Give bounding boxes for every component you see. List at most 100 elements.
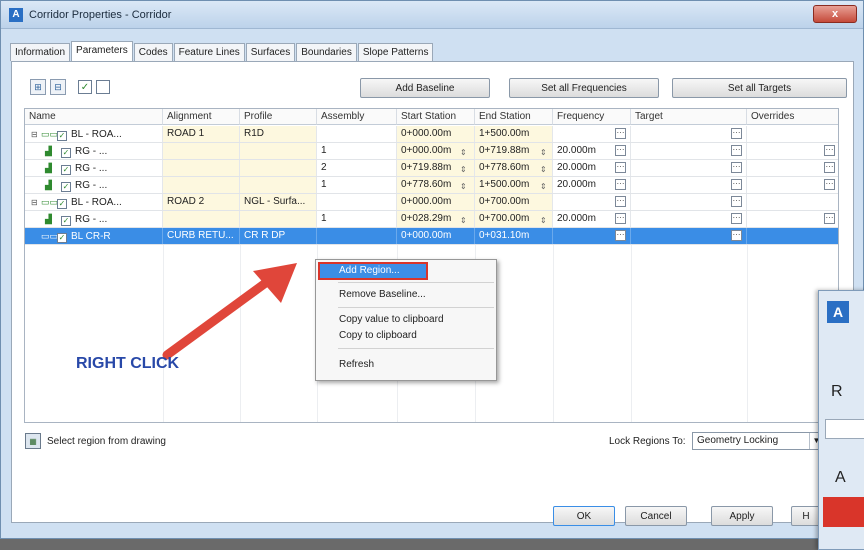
- row-checkbox[interactable]: ✓: [57, 233, 67, 243]
- column-assembly[interactable]: Assembly: [317, 109, 397, 125]
- overrides-cell[interactable]: [747, 126, 838, 142]
- set-all-targets-button[interactable]: Set all Targets: [672, 78, 847, 98]
- assembly-cell[interactable]: 1: [317, 143, 397, 159]
- start-station-cell[interactable]: 0+000.00m: [397, 194, 475, 210]
- row-name-cell[interactable]: ▟ ✓ RG - ...: [25, 143, 163, 159]
- check-all-icon[interactable]: ✓: [78, 80, 92, 94]
- table-row[interactable]: ⊟ ▭▭✓ BL - ROA... ROAD 1 R1D 0+000.00m 1+5…: [25, 126, 838, 143]
- ellipsis-icon[interactable]: ···: [824, 162, 835, 173]
- table-row[interactable]: ▟ ✓ RG - ... 1 0+000.00m ⇕ 0+719.88m ⇕ 20.00…: [25, 143, 838, 160]
- overrides-cell[interactable]: [747, 194, 838, 210]
- column-start-station[interactable]: Start Station: [397, 109, 475, 125]
- title-bar[interactable]: A Corridor Properties - Corridor: [1, 1, 863, 29]
- partial-input[interactable]: [825, 419, 864, 439]
- set-all-frequencies-button[interactable]: Set all Frequencies: [509, 78, 659, 98]
- assembly-cell[interactable]: 2: [317, 160, 397, 176]
- tab-information[interactable]: Information: [10, 43, 71, 61]
- start-station-cell[interactable]: 0+778.60m ⇕: [397, 177, 475, 193]
- menu-item-refresh[interactable]: Refresh: [319, 357, 495, 373]
- overrides-cell[interactable]: ···: [747, 160, 838, 176]
- overrides-cell[interactable]: ···: [747, 143, 838, 159]
- collapse-all-icon[interactable]: ⊟: [50, 79, 66, 95]
- target-cell[interactable]: ···: [631, 177, 747, 193]
- row-checkbox[interactable]: ✓: [61, 165, 71, 175]
- alignment-cell[interactable]: [163, 143, 240, 159]
- tab-surfaces[interactable]: Surfaces: [245, 43, 296, 61]
- ellipsis-icon[interactable]: ···: [731, 230, 742, 241]
- start-station-cell[interactable]: 0+028.29m ⇕: [397, 211, 475, 227]
- frequency-cell[interactable]: ···: [553, 194, 631, 210]
- row-checkbox[interactable]: ✓: [57, 199, 67, 209]
- column-name[interactable]: Name: [25, 109, 163, 125]
- alignment-cell[interactable]: CURB RETU...: [163, 228, 240, 244]
- add-baseline-button[interactable]: Add Baseline: [360, 78, 490, 98]
- end-station-cell[interactable]: 0+700.00m ⇕: [475, 211, 553, 227]
- target-cell[interactable]: ···: [631, 126, 747, 142]
- tab-slope-patterns[interactable]: Slope Patterns: [357, 43, 434, 61]
- table-row-selected[interactable]: ▭▭✓ BL CR-R CURB RETU... CR R DP 0+000.00…: [25, 228, 838, 245]
- row-checkbox[interactable]: ✓: [61, 182, 71, 192]
- cancel-button[interactable]: Cancel: [625, 506, 687, 526]
- column-alignment[interactable]: Alignment: [163, 109, 240, 125]
- menu-item-copy-value[interactable]: Copy value to clipboard: [319, 312, 495, 328]
- target-cell[interactable]: ···: [631, 143, 747, 159]
- profile-cell[interactable]: R1D: [240, 126, 317, 142]
- ellipsis-icon[interactable]: ···: [615, 162, 626, 173]
- profile-cell[interactable]: CR R DP: [240, 228, 317, 244]
- ellipsis-icon[interactable]: ···: [731, 196, 742, 207]
- tab-feature-lines[interactable]: Feature Lines: [173, 43, 245, 61]
- start-station-cell[interactable]: 0+719.88m ⇕: [397, 160, 475, 176]
- tab-parameters[interactable]: Parameters: [71, 41, 133, 61]
- station-picker-icon[interactable]: ⇕: [540, 162, 547, 176]
- lock-regions-select[interactable]: Geometry Locking ▼: [692, 432, 824, 450]
- station-picker-icon[interactable]: ⇕: [460, 179, 467, 193]
- frequency-cell[interactable]: 20.000m ···: [553, 160, 631, 176]
- row-checkbox[interactable]: ✓: [61, 148, 71, 158]
- ellipsis-icon[interactable]: ···: [731, 179, 742, 190]
- profile-cell[interactable]: [240, 160, 317, 176]
- close-button[interactable]: x: [813, 5, 857, 23]
- column-overrides[interactable]: Overrides: [747, 109, 838, 125]
- ellipsis-icon[interactable]: ···: [731, 162, 742, 173]
- target-cell[interactable]: ···: [631, 211, 747, 227]
- assembly-cell[interactable]: 1: [317, 177, 397, 193]
- ellipsis-icon[interactable]: ···: [615, 145, 626, 156]
- column-profile[interactable]: Profile: [240, 109, 317, 125]
- alignment-cell[interactable]: [163, 211, 240, 227]
- alignment-cell[interactable]: [163, 160, 240, 176]
- end-station-cell[interactable]: 0+700.00m: [475, 194, 553, 210]
- assembly-cell[interactable]: [317, 228, 397, 244]
- ellipsis-icon[interactable]: ···: [615, 196, 626, 207]
- collapse-icon[interactable]: ⊟: [31, 195, 39, 210]
- frequency-cell[interactable]: ···: [553, 228, 631, 244]
- station-picker-icon[interactable]: ⇕: [460, 145, 467, 159]
- assembly-cell[interactable]: 1: [317, 211, 397, 227]
- apply-button[interactable]: Apply: [711, 506, 773, 526]
- target-cell[interactable]: ···: [631, 228, 747, 244]
- row-name-cell[interactable]: ▟ ✓ RG - ...: [25, 211, 163, 227]
- menu-item-copy-to-clipboard[interactable]: Copy to clipboard: [319, 328, 495, 344]
- station-picker-icon[interactable]: ⇕: [540, 213, 547, 227]
- frequency-cell[interactable]: 20.000m ···: [553, 143, 631, 159]
- tab-codes[interactable]: Codes: [133, 43, 173, 61]
- overrides-cell[interactable]: ···: [747, 211, 838, 227]
- overrides-cell[interactable]: ···: [747, 177, 838, 193]
- target-cell[interactable]: ···: [631, 160, 747, 176]
- menu-item-add-region[interactable]: Add Region...: [318, 262, 428, 280]
- alignment-cell[interactable]: [163, 177, 240, 193]
- ok-button[interactable]: OK: [553, 506, 615, 526]
- row-name-cell[interactable]: ⊟ ▭▭✓ BL - ROA...: [25, 194, 163, 210]
- profile-cell[interactable]: [240, 143, 317, 159]
- end-station-cell[interactable]: 0+778.60m ⇕: [475, 160, 553, 176]
- help-button[interactable]: H: [791, 506, 821, 526]
- station-picker-icon[interactable]: ⇕: [460, 162, 467, 176]
- select-region-icon[interactable]: ▦: [25, 433, 41, 449]
- table-row[interactable]: ▟ ✓ RG - ... 1 0+778.60m ⇕ 1+500.00m ⇕ 20.00…: [25, 177, 838, 194]
- row-name-cell[interactable]: ▭▭✓ BL CR-R: [25, 228, 163, 244]
- station-picker-icon[interactable]: ⇕: [540, 179, 547, 193]
- row-name-cell[interactable]: ▟ ✓ RG - ...: [25, 160, 163, 176]
- end-station-cell[interactable]: 1+500.00m: [475, 126, 553, 142]
- profile-cell[interactable]: [240, 211, 317, 227]
- row-checkbox[interactable]: ✓: [61, 216, 71, 226]
- start-station-cell[interactable]: 0+000.00m ⇕: [397, 143, 475, 159]
